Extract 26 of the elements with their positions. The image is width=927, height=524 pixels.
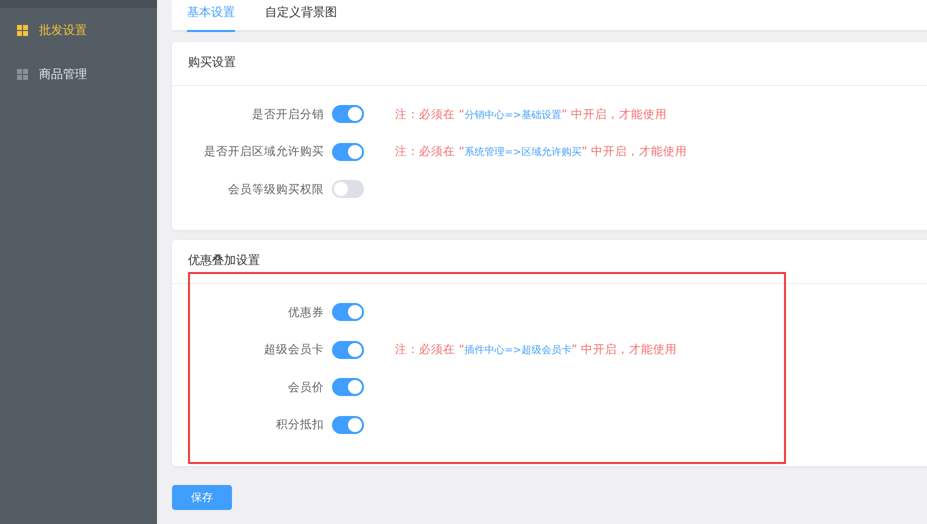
card-title: 优惠叠加设置 (188, 252, 260, 269)
save-button[interactable]: 保存 (172, 484, 232, 510)
setting-label: 积分抵扣 (275, 417, 324, 432)
toggle-switch[interactable] (332, 416, 364, 434)
setting-label: 是否开启分销 (251, 106, 324, 122)
setting-label: 优惠券 (287, 304, 324, 320)
sidebar-item[interactable]: 商品管理 (0, 52, 157, 96)
note-text: 注：必须在 “插件中心=>超级会员卡” 中开启，才能使用 (395, 342, 678, 357)
grid-icon (17, 68, 28, 80)
toggle-switch[interactable] (332, 378, 364, 396)
note-text: 注：必须在 “分销中心=>基础设置” 中开启，才能使用 (395, 106, 668, 122)
toggle-switch[interactable] (332, 142, 364, 160)
toggle-switch[interactable] (332, 340, 364, 358)
toggle-switch[interactable] (332, 105, 364, 123)
tab[interactable]: 基本设置 (187, 0, 235, 32)
grid-icon (17, 24, 28, 36)
card-title: 购买设置 (188, 54, 236, 71)
setting-label: 会员等级购买权限 (227, 182, 324, 196)
setting-label: 是否开启区域允许购买 (203, 144, 324, 159)
note-text: 注：必须在 “系统管理=>区域允许购买” 中开启，才能使用 (395, 144, 688, 159)
setting-label: 会员价 (287, 380, 324, 394)
toggle-switch[interactable] (332, 180, 364, 198)
toggle-switch[interactable] (332, 303, 364, 321)
sidebar-item[interactable]: 批发设置 (0, 8, 157, 52)
setting-label: 超级会员卡 (263, 342, 324, 357)
tab[interactable]: 自定义背景图 (265, 0, 337, 32)
